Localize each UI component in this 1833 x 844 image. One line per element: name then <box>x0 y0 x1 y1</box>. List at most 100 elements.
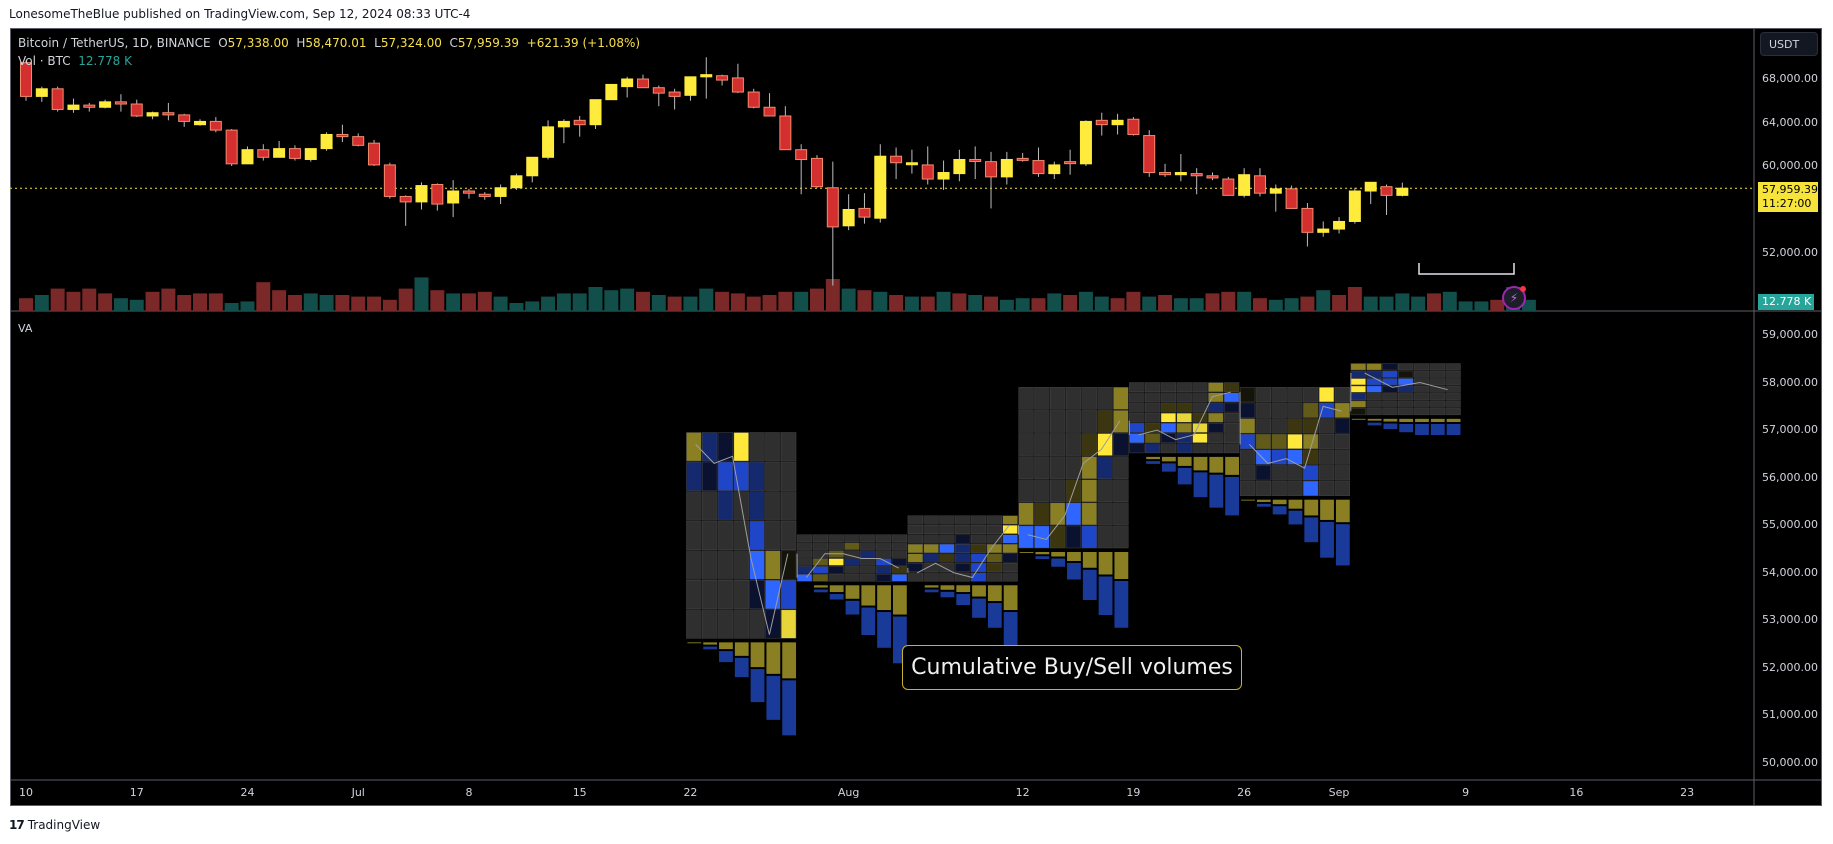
cum-buy-bar <box>877 612 891 648</box>
candle-body <box>668 91 681 97</box>
va-cell <box>923 563 939 573</box>
va-cell <box>986 563 1002 573</box>
volume-bar <box>604 290 619 311</box>
volume-bar <box>1015 298 1030 311</box>
va-cell <box>1429 370 1445 378</box>
candle-body <box>383 164 396 197</box>
cum-sell-bar <box>1019 552 1034 553</box>
va-cell <box>701 432 718 462</box>
cum-sell-bar <box>750 642 765 668</box>
va-cell <box>1445 378 1461 386</box>
cum-sell-bar <box>1335 499 1350 523</box>
va-pane-label[interactable]: VA <box>18 322 32 335</box>
va-cell <box>1255 465 1271 481</box>
va-cell <box>939 572 955 582</box>
cum-buy-bar <box>1430 423 1445 435</box>
candle-body <box>905 162 918 166</box>
va-cell <box>765 432 781 462</box>
annotation-label[interactable]: Cumulative Buy/Sell volumes <box>902 645 1242 690</box>
cum-buy-bar <box>956 594 971 606</box>
symbol-title[interactable]: Bitcoin / TetherUS, 1D, BINANCE <box>18 36 211 50</box>
va-cell <box>907 515 923 525</box>
va-cell <box>1002 543 1018 554</box>
cum-sell-bar <box>1098 552 1113 575</box>
va-cell <box>1398 370 1414 378</box>
range-bracket <box>1418 263 1515 275</box>
va-cell <box>701 491 718 521</box>
va-cell <box>828 558 844 566</box>
cum-buy-bar <box>1288 510 1303 525</box>
cum-sell-bar <box>1177 456 1192 466</box>
volume-bar <box>873 291 888 311</box>
va-cell <box>1002 524 1018 534</box>
va-cell <box>765 520 781 550</box>
candle-body <box>288 148 301 159</box>
candle-body <box>1095 119 1108 126</box>
volume-bar <box>367 296 382 311</box>
va-cell <box>1318 402 1335 418</box>
volume-bar <box>477 291 492 311</box>
alert-bolt-button[interactable]: ⚡ <box>1502 286 1526 310</box>
volume-bar <box>1300 296 1315 311</box>
volume-bar <box>651 295 666 311</box>
volume-bar <box>715 291 730 311</box>
va-cell <box>1050 433 1066 456</box>
va-cell <box>749 609 765 639</box>
va-cell <box>939 515 955 525</box>
volume-legend: Vol · BTC 12.778 K <box>18 54 132 68</box>
va-cell <box>686 580 702 610</box>
cum-sell-bar <box>877 585 891 611</box>
currency-button[interactable]: USDT <box>1760 32 1818 56</box>
volume-bar <box>208 293 223 311</box>
cum-sell-bar <box>987 585 1002 602</box>
candle-body <box>1285 188 1298 209</box>
date-tick: 12 <box>1015 786 1030 799</box>
va-cell <box>986 553 1002 563</box>
va-cell <box>749 520 765 550</box>
va-cell <box>1129 423 1145 433</box>
va-cell <box>1208 423 1224 433</box>
va-cell <box>1097 479 1113 503</box>
va-cell <box>1366 408 1382 416</box>
open-label: O <box>218 36 228 50</box>
va-cell <box>875 574 892 582</box>
volume-bar <box>1205 293 1220 311</box>
volume-bar <box>968 295 983 311</box>
volume-bar <box>398 288 413 311</box>
va-cell <box>1113 502 1129 526</box>
va-price-tick: 54,000.00 <box>1762 565 1818 579</box>
va-cell <box>1429 400 1445 408</box>
cum-sell-bar <box>1162 456 1176 462</box>
va-cell <box>1271 433 1287 450</box>
va-cell <box>1350 393 1366 401</box>
volume-label[interactable]: Vol · BTC <box>18 54 71 68</box>
va-cell <box>1382 400 1398 408</box>
candle-body <box>985 161 998 178</box>
va-cell <box>1081 525 1097 549</box>
date-tick: 16 <box>1569 786 1584 799</box>
candle-body <box>573 119 586 126</box>
va-cell <box>1334 387 1350 403</box>
cum-sell-bar <box>924 585 939 588</box>
va-cell <box>1382 363 1398 371</box>
va-cell <box>812 566 829 574</box>
va-cell <box>1413 393 1430 401</box>
va-cell <box>1382 393 1398 401</box>
tradingview-logo[interactable]: 17 TradingView <box>9 818 100 832</box>
volume-bar <box>810 288 824 311</box>
chart-canvas[interactable] <box>0 0 1833 844</box>
candle-body <box>921 164 934 180</box>
va-cell <box>686 520 702 550</box>
va-cell <box>1144 433 1161 443</box>
candle-body <box>225 129 238 165</box>
va-cell <box>749 461 765 491</box>
va-cell <box>1223 443 1240 454</box>
va-cell <box>733 580 749 610</box>
va-cell <box>1255 387 1271 403</box>
va-cell <box>1223 392 1240 403</box>
va-cell <box>1255 418 1271 434</box>
va-cell <box>844 534 860 542</box>
cum-buy-bar <box>1193 472 1208 498</box>
va-cell <box>1255 402 1271 418</box>
va-cell <box>1318 433 1335 450</box>
